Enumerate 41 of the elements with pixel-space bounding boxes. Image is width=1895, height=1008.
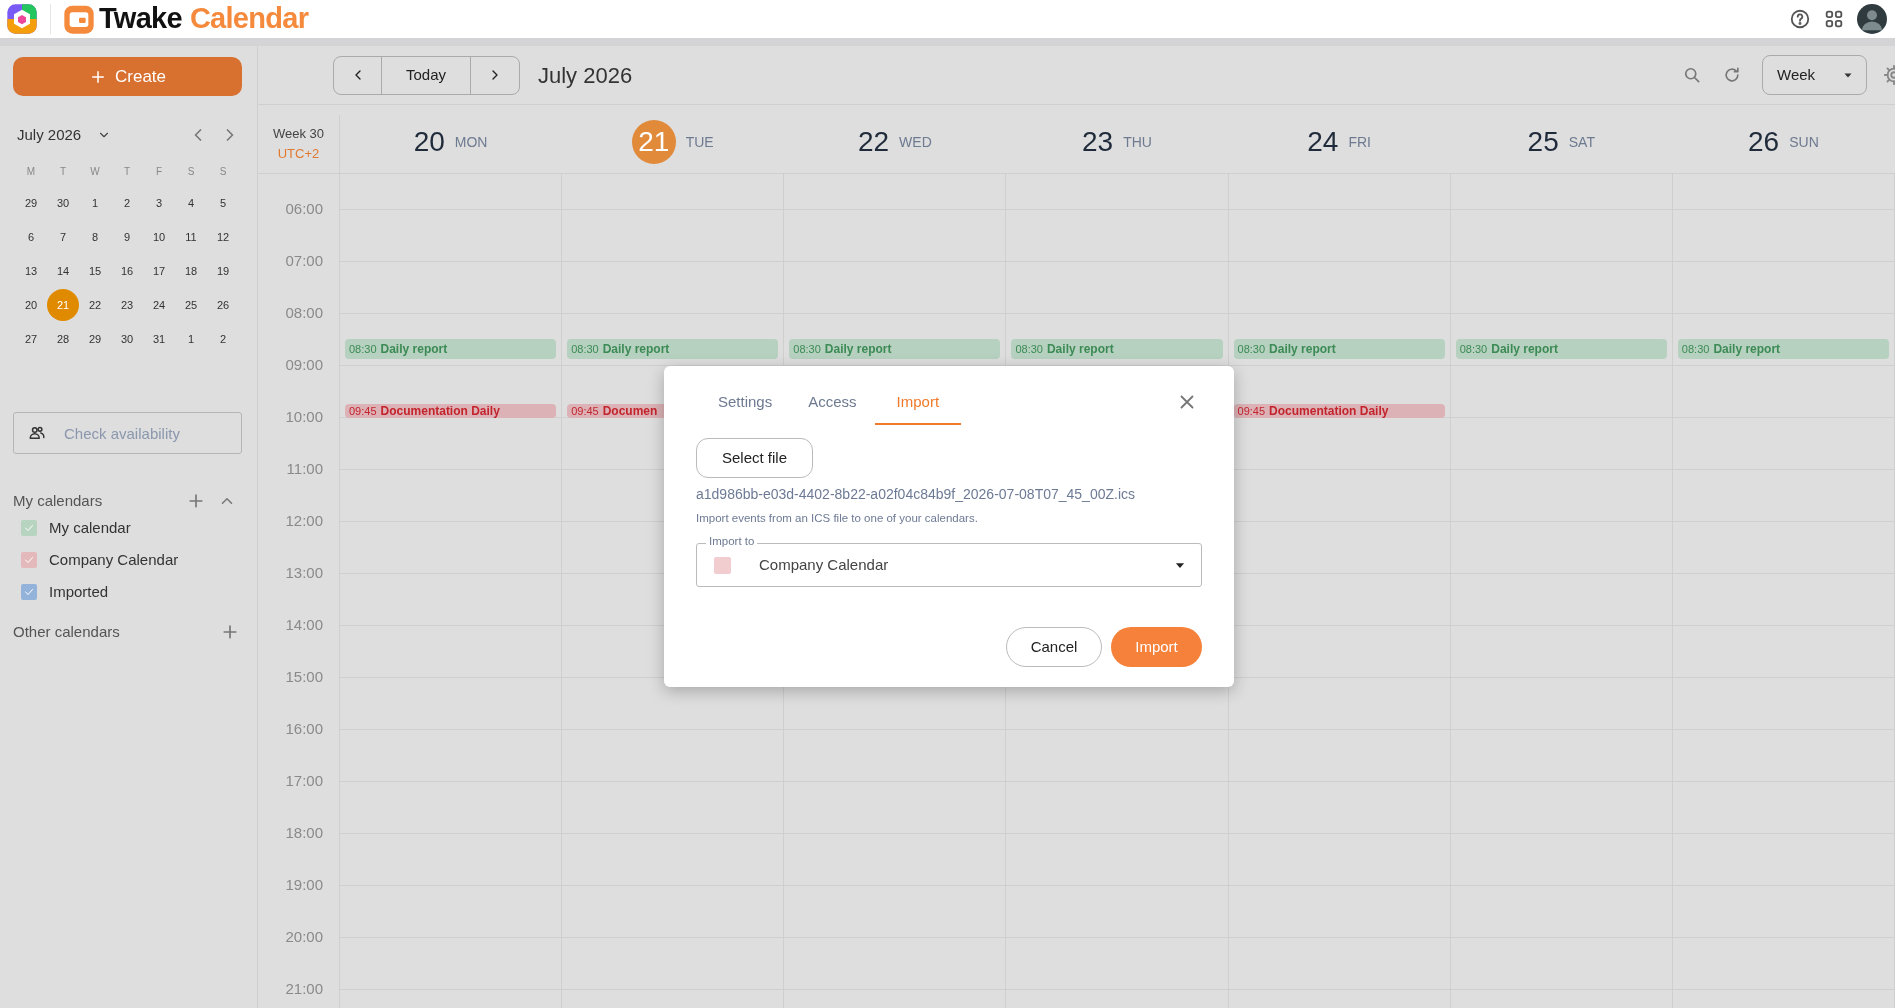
- weekday-label: W: [89, 164, 101, 179]
- time-label: 09:00: [285, 356, 323, 374]
- weekday-label: FRI: [1348, 132, 1371, 152]
- field-label: Import to: [706, 534, 758, 549]
- time-label: 21:00: [285, 980, 323, 998]
- time-label: 18:00: [285, 824, 323, 842]
- section-title: My calendars: [13, 490, 104, 511]
- weekday-label: F: [154, 164, 164, 179]
- weekday-label: M: [25, 164, 37, 179]
- brand-name: Calendar: [189, 1, 309, 37]
- time-label: 08:00: [285, 304, 323, 322]
- weekday-label: TUE: [685, 132, 714, 152]
- time-label: 20:00: [285, 928, 323, 946]
- timezone-label: UTC+2: [277, 144, 320, 163]
- time-label: 11:00: [286, 460, 323, 478]
- time-label: 13:00: [285, 564, 323, 582]
- time-label: 06:00: [285, 204, 323, 218]
- brand-name: Twake: [99, 1, 182, 37]
- weekday-label: S: [218, 164, 228, 179]
- time-label: 17:00: [285, 772, 323, 790]
- time-label: 15:00: [285, 668, 323, 686]
- file-name: a1d986bb-e03d-4402-8b22-a02f04c84b9f_2026-07-08T07_45_00Z.ics: [696, 485, 1137, 504]
- time-label: 19:00: [285, 876, 323, 894]
- helper-text: Import events from an ICS file to one of your calendars.: [696, 511, 979, 526]
- weekday-label: SUN: [1789, 132, 1819, 152]
- weekday-label: T: [122, 164, 132, 179]
- weekday-label: WED: [899, 132, 932, 152]
- weekday-label: T: [58, 164, 68, 179]
- weekday-label: MON: [454, 132, 488, 152]
- week-number: Week 30: [272, 125, 325, 143]
- period-title: July 2026: [538, 61, 633, 90]
- time-label: 07:00: [285, 252, 323, 270]
- time-label: 12:00: [285, 512, 323, 530]
- time-label: 16:00: [285, 720, 323, 738]
- weekday-label: S: [186, 164, 196, 179]
- time-label: 10:00: [285, 408, 323, 426]
- section-title: Other calendars: [13, 621, 121, 642]
- time-label: 14:00: [285, 616, 323, 634]
- weekday-label: SAT: [1568, 132, 1595, 152]
- month-title: July 2026: [17, 124, 82, 145]
- weekday-label: THU: [1123, 132, 1152, 152]
